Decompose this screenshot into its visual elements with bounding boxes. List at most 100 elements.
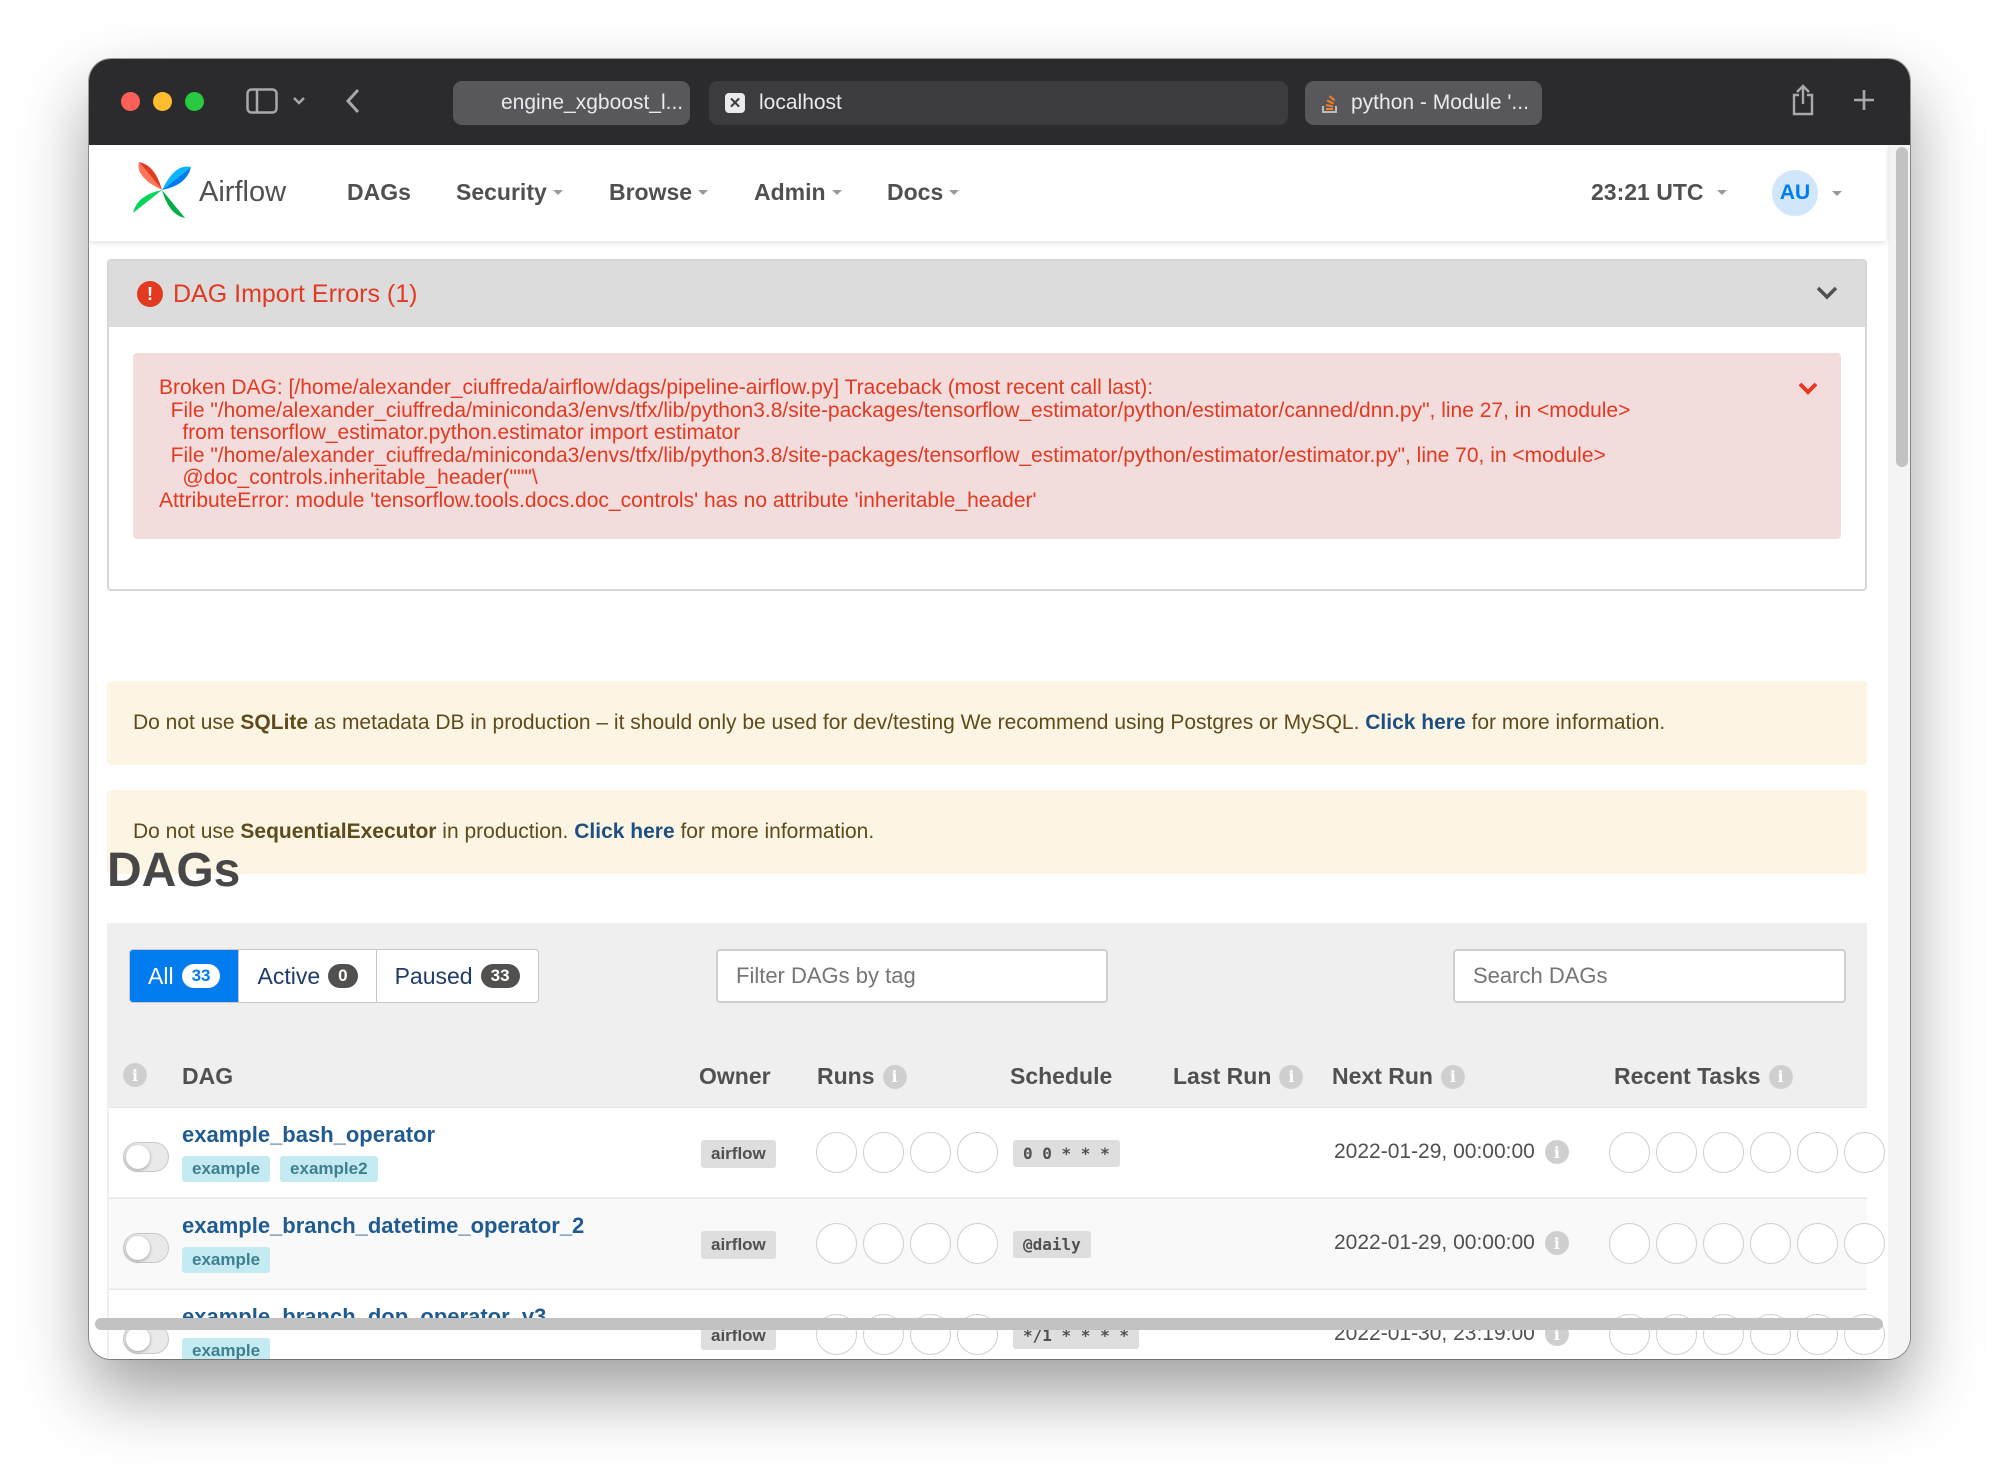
- task-status-circle[interactable]: [1750, 1223, 1791, 1264]
- caret-down-icon: [552, 190, 563, 195]
- dag-link[interactable]: example_branch_datetime_operator_2: [182, 1213, 584, 1239]
- column-header-last-run[interactable]: Last Run i: [1173, 1063, 1304, 1090]
- nav-admin[interactable]: Admin: [754, 179, 842, 206]
- table-row: example_branch_datetime_operator_2 examp…: [109, 1198, 1885, 1288]
- share-icon[interactable]: [1789, 81, 1817, 119]
- task-status-circle[interactable]: [1797, 1132, 1838, 1173]
- task-status-circle[interactable]: [1750, 1132, 1791, 1173]
- warning-text: for more information.: [674, 820, 875, 843]
- task-status-circle[interactable]: [1656, 1132, 1697, 1173]
- dag-pause-toggle[interactable]: [123, 1142, 169, 1172]
- next-run-value: 2022-01-29, 00:00:00: [1334, 1140, 1535, 1163]
- task-status-circle[interactable]: [1656, 1223, 1697, 1264]
- task-status-circle[interactable]: [1703, 1223, 1744, 1264]
- filter-label: Active: [257, 962, 321, 989]
- sidebar-toggle-icon[interactable]: [245, 86, 279, 116]
- dag-tags: example example2: [182, 1156, 378, 1182]
- tab-python-module[interactable]: python - Module '...: [1305, 81, 1542, 125]
- airflow-navbar: Airflow DAGs Security Browse Admin Docs …: [89, 145, 1886, 241]
- column-label: Runs: [817, 1063, 875, 1089]
- dag-tag[interactable]: example: [182, 1247, 271, 1273]
- search-dags-input[interactable]: [1453, 949, 1846, 1003]
- vertical-scrollbar[interactable]: [1896, 147, 1908, 467]
- dags-table-panel: All33 Active0 Paused33 i DAG Owner Runsi…: [107, 923, 1885, 1359]
- run-status-circle[interactable]: [910, 1223, 951, 1264]
- executor-docs-link[interactable]: Click here: [574, 820, 674, 844]
- filter-paused-button[interactable]: Paused 33: [377, 950, 538, 1002]
- info-icon[interactable]: i: [1440, 1064, 1465, 1089]
- sqlite-warning: Do not use SQLite as metadata DB in prod…: [107, 681, 1867, 765]
- column-header-schedule: Schedule: [1010, 1063, 1112, 1090]
- nav-docs[interactable]: Docs: [887, 179, 960, 206]
- import-error-message: Broken DAG: [/home/alexander_ciuffreda/a…: [133, 353, 1841, 539]
- dag-link[interactable]: example_bash_operator: [182, 1122, 435, 1148]
- info-icon[interactable]: i: [1768, 1064, 1793, 1089]
- run-status-circle[interactable]: [863, 1223, 904, 1264]
- schedule-badge: @daily: [1013, 1231, 1091, 1258]
- run-status-circle[interactable]: [863, 1132, 904, 1173]
- import-errors-header[interactable]: ! DAG Import Errors (1): [109, 261, 1865, 327]
- tab-label: engine_xgboost_l...: [501, 91, 684, 114]
- column-label: DAG: [182, 1063, 234, 1089]
- run-status-circle[interactable]: [957, 1223, 998, 1264]
- timezone-clock[interactable]: 23:21 UTC: [1591, 179, 1728, 206]
- task-status-circle[interactable]: [1609, 1132, 1650, 1173]
- sqlite-docs-link[interactable]: Click here: [1365, 711, 1465, 735]
- task-status-circle[interactable]: [1703, 1132, 1744, 1173]
- task-status-circle[interactable]: [1844, 1223, 1885, 1264]
- chevron-down-icon[interactable]: [289, 91, 309, 111]
- zoom-window-button[interactable]: [185, 92, 204, 111]
- filter-label: Paused: [394, 962, 473, 989]
- user-menu[interactable]: AU: [1772, 170, 1842, 216]
- tab-engine-xgboost[interactable]: engine_xgboost_l...: [453, 81, 690, 125]
- task-status-circle[interactable]: [1797, 1223, 1838, 1264]
- pinwheel-icon: [131, 159, 193, 226]
- dag-tag[interactable]: example: [182, 1156, 271, 1182]
- nav-dags[interactable]: DAGs: [347, 179, 411, 206]
- task-status-circle[interactable]: [1844, 1132, 1885, 1173]
- filter-active-button[interactable]: Active 0: [239, 950, 377, 1002]
- run-status-circle[interactable]: [910, 1132, 951, 1173]
- column-header-next-run[interactable]: Next Run i: [1332, 1063, 1465, 1090]
- tag-filter-input[interactable]: [716, 949, 1108, 1003]
- info-icon[interactable]: i: [123, 1063, 147, 1087]
- column-header-recent-tasks: Recent Tasks i: [1614, 1063, 1793, 1090]
- run-status-circle[interactable]: [816, 1223, 857, 1264]
- column-label: Owner: [699, 1063, 771, 1089]
- task-status-circle[interactable]: [1609, 1223, 1650, 1264]
- warning-text: as metadata DB in production – it should…: [308, 711, 1366, 734]
- dag-import-errors-panel: ! DAG Import Errors (1) Broken DAG: [/ho…: [107, 259, 1867, 591]
- traceback-line: File "/home/alexander_ciuffreda/minicond…: [159, 443, 1606, 467]
- run-status-circle[interactable]: [957, 1132, 998, 1173]
- vertical-scroll-track[interactable]: [1888, 145, 1910, 1359]
- caret-down-icon: [949, 190, 960, 195]
- minimize-window-button[interactable]: [153, 92, 172, 111]
- close-window-button[interactable]: [121, 92, 140, 111]
- chevron-down-icon[interactable]: [1797, 381, 1819, 400]
- column-header-owner[interactable]: Owner: [699, 1063, 771, 1090]
- dag-tag[interactable]: example: [182, 1338, 271, 1359]
- info-icon[interactable]: i: [882, 1064, 907, 1089]
- info-icon[interactable]: i: [1279, 1064, 1304, 1089]
- tab-localhost[interactable]: ✕ localhost: [709, 81, 1288, 125]
- dag-pause-toggle[interactable]: [123, 1233, 169, 1263]
- new-tab-icon[interactable]: [1851, 87, 1877, 113]
- dag-tag[interactable]: example2: [280, 1156, 378, 1182]
- alert-circle-icon: !: [137, 281, 163, 307]
- close-tab-icon[interactable]: ✕: [725, 93, 745, 113]
- horizontal-scrollbar[interactable]: [95, 1318, 1883, 1330]
- stackoverflow-icon: [1321, 92, 1339, 114]
- info-icon[interactable]: i: [1544, 1231, 1569, 1255]
- runs-status: [816, 1223, 998, 1264]
- airflow-logo[interactable]: Airflow: [131, 159, 286, 226]
- nav-browse[interactable]: Browse: [609, 179, 709, 206]
- chevron-down-icon[interactable]: [1815, 285, 1839, 306]
- back-arrow-icon[interactable]: [341, 87, 365, 115]
- traceback-line: AttributeError: module 'tensorflow.tools…: [159, 488, 1037, 512]
- run-status-circle[interactable]: [816, 1132, 857, 1173]
- nav-security[interactable]: Security: [456, 179, 563, 206]
- column-label: Next Run: [1332, 1063, 1433, 1089]
- column-header-dag[interactable]: DAG: [182, 1063, 233, 1090]
- info-icon[interactable]: i: [1544, 1140, 1569, 1164]
- filter-all-button[interactable]: All 33: [130, 950, 240, 1002]
